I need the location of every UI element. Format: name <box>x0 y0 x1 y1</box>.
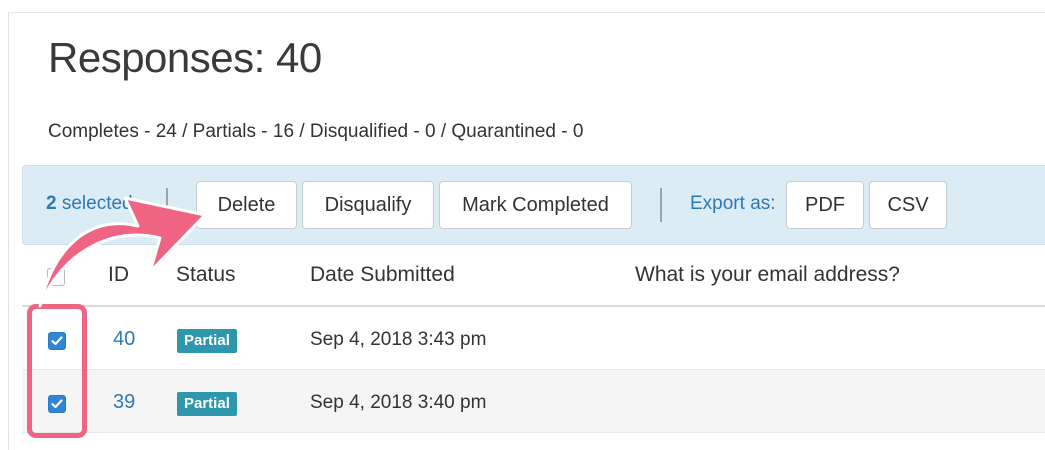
column-header-date-submitted[interactable]: Date Submitted <box>310 263 455 287</box>
select-all-checkbox[interactable] <box>47 268 65 286</box>
column-header-email[interactable]: What is your email address? <box>635 263 900 287</box>
page-border-top <box>8 12 1045 13</box>
response-id-link[interactable]: 39 <box>113 391 135 414</box>
column-header-id[interactable]: ID <box>108 263 129 287</box>
toolbar-divider <box>660 188 662 222</box>
selected-count-number: 2 <box>46 193 57 214</box>
status-badge: Partial <box>177 392 237 416</box>
table-row[interactable] <box>22 307 1045 370</box>
date-submitted: Sep 4, 2018 3:43 pm <box>310 329 487 350</box>
date-submitted: Sep 4, 2018 3:40 pm <box>310 392 487 413</box>
delete-button[interactable]: Delete <box>196 181 297 229</box>
response-summary: Completes - 24 / Partials - 16 / Disqual… <box>48 121 584 142</box>
toolbar-divider <box>166 188 168 222</box>
responses-page: Responses: 40 Completes - 24 / Partials … <box>0 0 1045 450</box>
page-border-left <box>8 12 9 450</box>
export-csv-button[interactable]: CSV <box>869 181 947 229</box>
selected-count: 2 selected <box>46 193 133 215</box>
export-pdf-button[interactable]: PDF <box>786 181 864 229</box>
column-header-status[interactable]: Status <box>176 263 236 287</box>
table-row[interactable] <box>22 370 1045 433</box>
mark-completed-button[interactable]: Mark Completed <box>439 181 632 229</box>
disqualify-button[interactable]: Disqualify <box>302 181 434 229</box>
selected-count-label: selected <box>56 193 133 214</box>
response-id-link[interactable]: 40 <box>113 328 135 351</box>
status-badge: Partial <box>177 329 237 353</box>
export-label: Export as: <box>690 193 776 214</box>
checkbox-highlight-box <box>27 304 87 438</box>
page-title: Responses: 40 <box>48 34 322 81</box>
